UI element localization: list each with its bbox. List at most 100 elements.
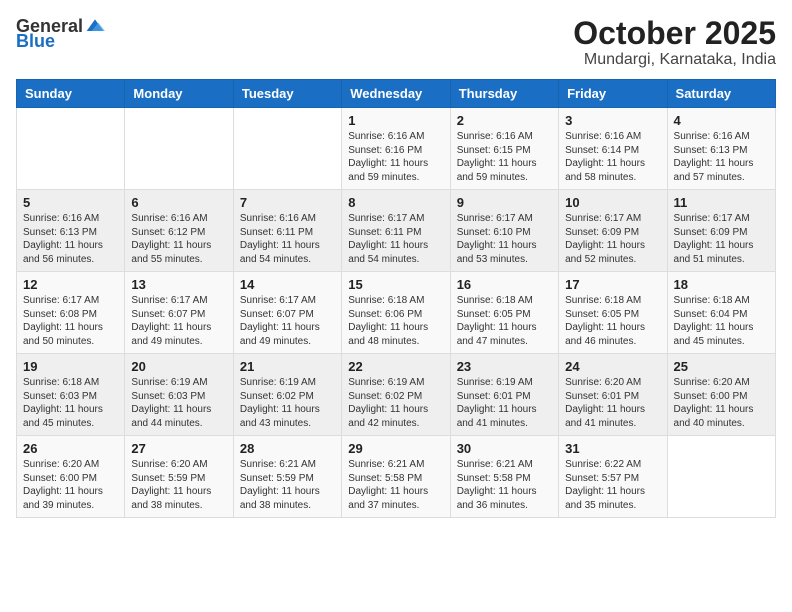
calendar-cell: 2 Sunrise: 6:16 AM Sunset: 6:15 PM Daylig… [450, 108, 558, 190]
day-number: 3 [565, 113, 660, 128]
calendar-cell: 22Sunrise: 6:19 AM Sunset: 6:02 PM Dayli… [342, 354, 450, 436]
day-number: 5 [23, 195, 118, 210]
calendar-cell: 25Sunrise: 6:20 AM Sunset: 6:00 PM Dayli… [667, 354, 775, 436]
day-info: Sunrise: 6:18 AM Sunset: 6:05 PM Dayligh… [565, 294, 660, 348]
title-block: October 2025 Mundargi, Karnataka, India [573, 16, 776, 69]
calendar-cell: 29 Sunrise: 6:21 AM Sunset: 5:58 PM Dayli… [342, 436, 450, 518]
calendar-cell: 30 Sunrise: 6:21 AM Sunset: 5:58 PM Dayli… [450, 436, 558, 518]
calendar-cell: 31Sunrise: 6:22 AM Sunset: 5:57 PM Dayli… [559, 436, 667, 518]
day-number: 14 [240, 277, 335, 292]
day-info: Sunrise: 6:17 AM Sunset: 6:09 PM Dayligh… [565, 212, 660, 266]
weekday-header-thursday: Thursday [450, 80, 558, 108]
day-info: Sunrise: 6:21 AM Sunset: 5:58 PM Dayligh… [457, 458, 552, 512]
logo: General Blue [16, 16, 105, 50]
calendar-cell: 20Sunrise: 6:19 AM Sunset: 6:03 PM Dayli… [125, 354, 233, 436]
weekday-header-friday: Friday [559, 80, 667, 108]
weekday-header-saturday: Saturday [667, 80, 775, 108]
day-info: Sunrise: 6:17 AM Sunset: 6:11 PM Dayligh… [348, 212, 443, 266]
calendar-cell: 28 Sunrise: 6:21 AM Sunset: 5:59 PM Dayli… [233, 436, 341, 518]
day-info: Sunrise: 6:21 AM Sunset: 5:58 PM Dayligh… [348, 458, 443, 512]
calendar-week-3: 12 Sunrise: 6:17 AM Sunset: 6:08 PM Dayli… [17, 272, 776, 354]
day-info: Sunrise: 6:16 AM Sunset: 6:15 PM Dayligh… [457, 130, 552, 184]
day-info: Sunrise: 6:18 AM Sunset: 6:03 PM Dayligh… [23, 376, 118, 430]
day-info: Sunrise: 6:16 AM Sunset: 6:13 PM Dayligh… [23, 212, 118, 266]
calendar-cell: 8Sunrise: 6:17 AM Sunset: 6:11 PM Daylig… [342, 190, 450, 272]
calendar-cell: 15 Sunrise: 6:18 AM Sunset: 6:06 PM Dayli… [342, 272, 450, 354]
day-number: 26 [23, 441, 118, 456]
day-number: 1 [348, 113, 443, 128]
calendar-cell: 24Sunrise: 6:20 AM Sunset: 6:01 PM Dayli… [559, 354, 667, 436]
day-number: 21 [240, 359, 335, 374]
calendar-cell: 3Sunrise: 6:16 AM Sunset: 6:14 PM Daylig… [559, 108, 667, 190]
day-info: Sunrise: 6:20 AM Sunset: 5:59 PM Dayligh… [131, 458, 226, 512]
calendar-cell: 4 Sunrise: 6:16 AM Sunset: 6:13 PM Daylig… [667, 108, 775, 190]
day-info: Sunrise: 6:17 AM Sunset: 6:07 PM Dayligh… [131, 294, 226, 348]
weekday-header-wednesday: Wednesday [342, 80, 450, 108]
calendar-week-5: 26 Sunrise: 6:20 AM Sunset: 6:00 PM Dayli… [17, 436, 776, 518]
day-info: Sunrise: 6:18 AM Sunset: 6:06 PM Dayligh… [348, 294, 443, 348]
day-info: Sunrise: 6:18 AM Sunset: 6:04 PM Dayligh… [674, 294, 769, 348]
day-info: Sunrise: 6:17 AM Sunset: 6:09 PM Dayligh… [674, 212, 769, 266]
day-number: 29 [348, 441, 443, 456]
calendar-cell: 9 Sunrise: 6:17 AM Sunset: 6:10 PM Daylig… [450, 190, 558, 272]
day-info: Sunrise: 6:16 AM Sunset: 6:11 PM Dayligh… [240, 212, 335, 266]
day-number: 30 [457, 441, 552, 456]
day-number: 20 [131, 359, 226, 374]
day-number: 18 [674, 277, 769, 292]
day-number: 7 [240, 195, 335, 210]
day-number: 10 [565, 195, 660, 210]
calendar-cell [233, 108, 341, 190]
day-number: 17 [565, 277, 660, 292]
page-header: General Blue October 2025 Mundargi, Karn… [16, 16, 776, 69]
day-number: 4 [674, 113, 769, 128]
day-number: 12 [23, 277, 118, 292]
logo-blue: Blue [16, 32, 55, 50]
calendar-cell: 14 Sunrise: 6:17 AM Sunset: 6:07 PM Dayli… [233, 272, 341, 354]
calendar-cell [667, 436, 775, 518]
calendar-subtitle: Mundargi, Karnataka, India [573, 51, 776, 69]
day-info: Sunrise: 6:20 AM Sunset: 6:00 PM Dayligh… [23, 458, 118, 512]
calendar-cell: 12 Sunrise: 6:17 AM Sunset: 6:08 PM Dayli… [17, 272, 125, 354]
day-number: 22 [348, 359, 443, 374]
calendar-week-2: 5 Sunrise: 6:16 AM Sunset: 6:13 PM Daylig… [17, 190, 776, 272]
calendar-cell [125, 108, 233, 190]
day-number: 19 [23, 359, 118, 374]
day-info: Sunrise: 6:19 AM Sunset: 6:02 PM Dayligh… [240, 376, 335, 430]
calendar-cell: 16 Sunrise: 6:18 AM Sunset: 6:05 PM Dayli… [450, 272, 558, 354]
calendar-cell: 27 Sunrise: 6:20 AM Sunset: 5:59 PM Dayli… [125, 436, 233, 518]
day-info: Sunrise: 6:18 AM Sunset: 6:05 PM Dayligh… [457, 294, 552, 348]
calendar-cell: 23Sunrise: 6:19 AM Sunset: 6:01 PM Dayli… [450, 354, 558, 436]
calendar-cell: 11 Sunrise: 6:17 AM Sunset: 6:09 PM Dayli… [667, 190, 775, 272]
weekday-header-row: SundayMondayTuesdayWednesdayThursdayFrid… [17, 80, 776, 108]
weekday-header-tuesday: Tuesday [233, 80, 341, 108]
day-info: Sunrise: 6:20 AM Sunset: 6:00 PM Dayligh… [674, 376, 769, 430]
day-number: 28 [240, 441, 335, 456]
calendar-cell: 13 Sunrise: 6:17 AM Sunset: 6:07 PM Dayli… [125, 272, 233, 354]
calendar-cell: 17 Sunrise: 6:18 AM Sunset: 6:05 PM Dayli… [559, 272, 667, 354]
day-number: 9 [457, 195, 552, 210]
day-number: 27 [131, 441, 226, 456]
day-number: 11 [674, 195, 769, 210]
calendar-cell: 26 Sunrise: 6:20 AM Sunset: 6:00 PM Dayli… [17, 436, 125, 518]
calendar-cell [17, 108, 125, 190]
day-number: 16 [457, 277, 552, 292]
calendar-cell: 21 Sunrise: 6:19 AM Sunset: 6:02 PM Dayli… [233, 354, 341, 436]
logo-icon [85, 16, 105, 36]
day-info: Sunrise: 6:17 AM Sunset: 6:08 PM Dayligh… [23, 294, 118, 348]
calendar-week-4: 19 Sunrise: 6:18 AM Sunset: 6:03 PM Dayli… [17, 354, 776, 436]
day-info: Sunrise: 6:21 AM Sunset: 5:59 PM Dayligh… [240, 458, 335, 512]
calendar-title: October 2025 [573, 16, 776, 51]
day-number: 2 [457, 113, 552, 128]
weekday-header-sunday: Sunday [17, 80, 125, 108]
day-number: 13 [131, 277, 226, 292]
day-info: Sunrise: 6:17 AM Sunset: 6:07 PM Dayligh… [240, 294, 335, 348]
calendar-cell: 18 Sunrise: 6:18 AM Sunset: 6:04 PM Dayli… [667, 272, 775, 354]
day-info: Sunrise: 6:20 AM Sunset: 6:01 PM Dayligh… [565, 376, 660, 430]
day-number: 15 [348, 277, 443, 292]
day-info: Sunrise: 6:17 AM Sunset: 6:10 PM Dayligh… [457, 212, 552, 266]
calendar-cell: 19 Sunrise: 6:18 AM Sunset: 6:03 PM Dayli… [17, 354, 125, 436]
calendar-cell: 6Sunrise: 6:16 AM Sunset: 6:12 PM Daylig… [125, 190, 233, 272]
calendar-cell: 5 Sunrise: 6:16 AM Sunset: 6:13 PM Daylig… [17, 190, 125, 272]
day-info: Sunrise: 6:16 AM Sunset: 6:13 PM Dayligh… [674, 130, 769, 184]
day-number: 31 [565, 441, 660, 456]
